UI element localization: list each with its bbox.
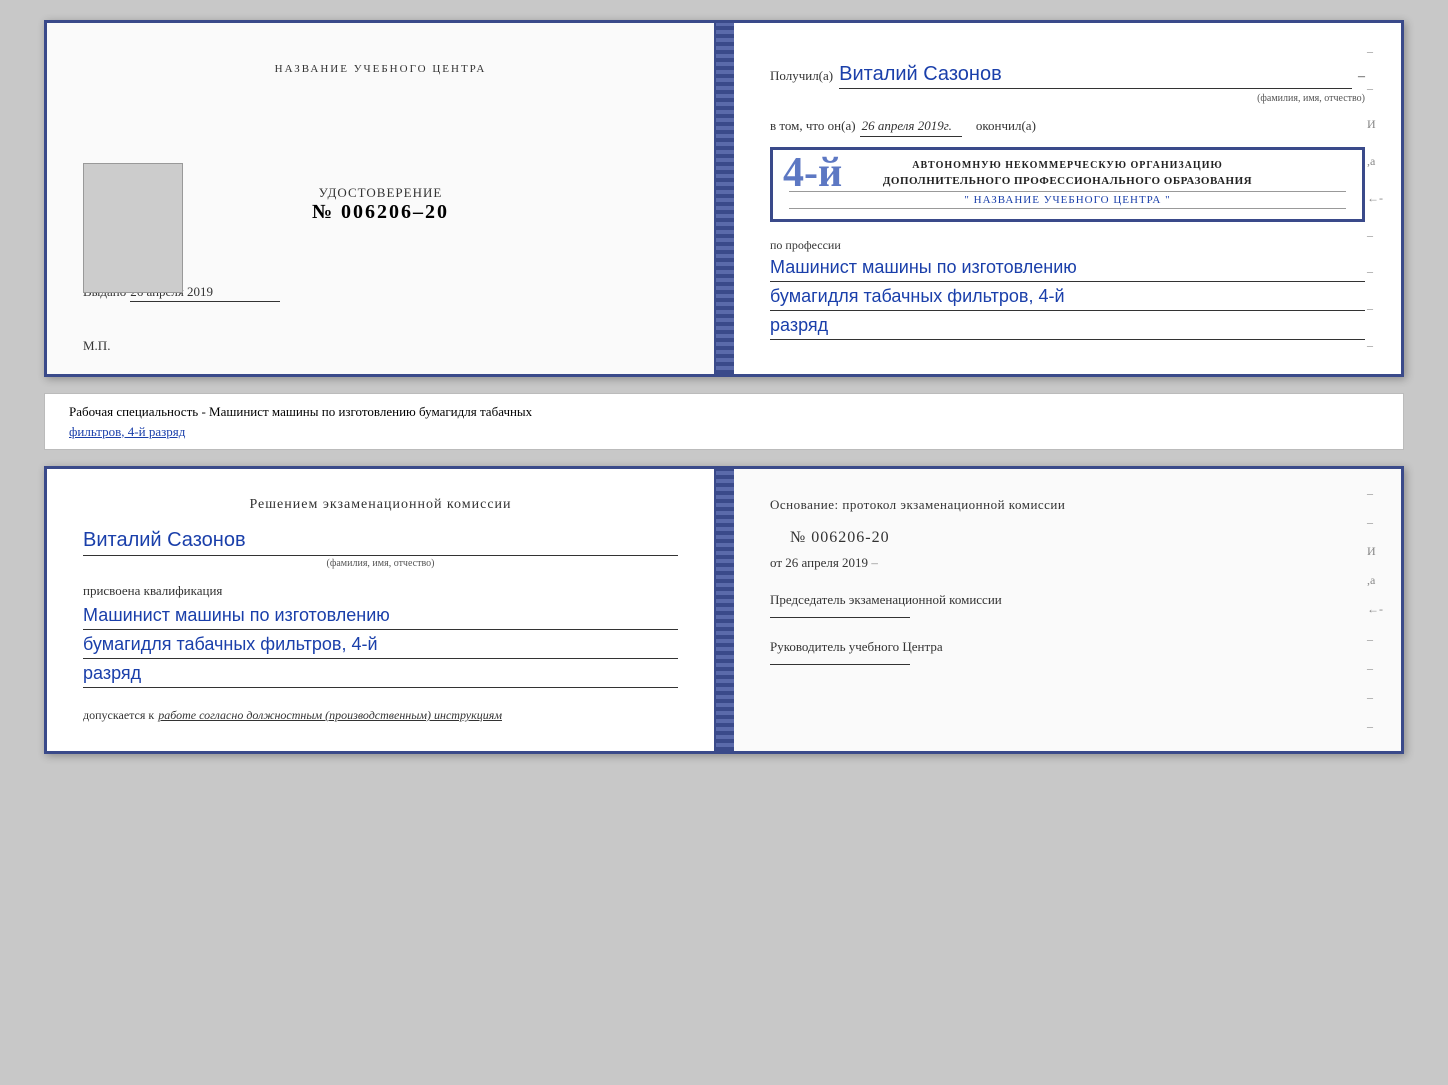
side-dash: ,а	[1367, 573, 1383, 588]
cert-title: НАЗВАНИЕ УЧЕБНОГО ЦЕНТРА	[83, 63, 678, 75]
spine-bottom	[716, 469, 734, 751]
side-dash: И	[1367, 544, 1383, 559]
chairman-signature-line	[770, 617, 910, 618]
spine-top	[716, 23, 734, 374]
side-dash: –	[1367, 228, 1383, 243]
side-dash: –	[1367, 632, 1383, 647]
qual-line2: бумагидля табачных фильтров, 4-й	[83, 634, 678, 659]
person-sub: (фамилия, имя, отчество)	[83, 558, 678, 569]
photo-placeholder	[83, 163, 183, 293]
protocol-date: от 26 апреля 2019 –	[770, 555, 1365, 571]
side-dash: –	[1367, 301, 1383, 316]
qualification-value: Машинист машины по изготовлению бумагидл…	[83, 605, 678, 688]
chairman-label: Председатель экзаменационной комиссии	[770, 591, 1365, 618]
qual-line1: Машинист машины по изготовлению	[83, 605, 678, 630]
date-prefix: в том, что он(а)	[770, 118, 856, 134]
side-marks-top: – – И ,а ←- – – – –	[1367, 23, 1383, 374]
date-line: в том, что он(а) 26 апреля 2019г. окончи…	[770, 118, 1365, 137]
basis-label: Основание: протокол экзаменационной коми…	[770, 497, 1365, 513]
side-dash: –	[1367, 661, 1383, 676]
decision-title: Решением экзаменационной комиссии	[83, 497, 678, 513]
qualification-label: присвоена квалификация	[83, 583, 678, 599]
protocol-dash: –	[871, 555, 878, 570]
stamp-line2: ДОПОЛНИТЕЛЬНОГО ПРОФЕССИОНАЛЬНОГО ОБРАЗО…	[789, 175, 1346, 187]
label-text: Рабочая специальность - Машинист машины …	[69, 404, 532, 419]
recipient-label: Получил(а)	[770, 68, 833, 84]
mp-label: М.П.	[83, 338, 110, 354]
side-marks-bottom: – – И ,а ←- – – – –	[1367, 469, 1383, 751]
person-name: Виталий Сазонов	[83, 529, 678, 556]
protocol-date-value: 26 апреля 2019	[785, 555, 868, 570]
protocol-num-value: № 006206-20	[790, 529, 890, 546]
director-label: Руководитель учебного Центра	[770, 638, 1365, 665]
top-cert-left: НАЗВАНИЕ УЧЕБНОГО ЦЕНТРА УДОСТОВЕРЕНИЕ №…	[47, 23, 716, 374]
date-value: 26 апреля 2019г.	[860, 118, 962, 137]
profession-label: по профессии	[770, 238, 1365, 253]
recipient-name: Виталий Сазонов	[839, 63, 1352, 89]
bottom-cert-right: Основание: протокол экзаменационной коми…	[734, 469, 1401, 751]
allows-value: работе согласно должностным (производств…	[158, 708, 502, 723]
stamp-block: 4-й АВТОНОМНУЮ НЕКОММЕРЧЕСКУЮ ОРГАНИЗАЦИ…	[770, 147, 1365, 222]
stamp-line1: АВТОНОМНУЮ НЕКОММЕРЧЕСКУЮ ОРГАНИЗАЦИЮ	[789, 160, 1346, 171]
recipient-line: Получил(а) Виталий Сазонов –	[770, 63, 1365, 89]
bottom-cert-left: Решением экзаменационной комиссии Витали…	[47, 469, 716, 751]
protocol-date-prefix: от	[770, 555, 782, 570]
side-dash: ←-	[1367, 602, 1383, 617]
profession-value: Машинист машины по изготовлению бумагидл…	[770, 257, 1365, 340]
director-signature-line	[770, 664, 910, 665]
top-cert-right: Получил(а) Виталий Сазонов – (фамилия, и…	[734, 23, 1401, 374]
allows-line: допускается к работе согласно должностны…	[83, 708, 678, 723]
protocol-number: № 006206-20	[770, 529, 1365, 547]
side-dash: ←-	[1367, 191, 1383, 206]
okonchil-label: окончил(a)	[976, 118, 1036, 134]
side-dash: –	[1367, 690, 1383, 705]
side-dash: –	[1367, 486, 1383, 501]
bottom-certificate: Решением экзаменационной комиссии Витали…	[44, 466, 1404, 754]
side-dash: –	[1367, 264, 1383, 279]
qual-line3: разряд	[83, 663, 678, 688]
top-certificate: НАЗВАНИЕ УЧЕБНОГО ЦЕНТРА УДОСТОВЕРЕНИЕ №…	[44, 20, 1404, 377]
side-dash: И	[1367, 117, 1383, 132]
label-underline: фильтров, 4-й разряд	[69, 424, 185, 439]
side-dash: ,а	[1367, 154, 1383, 169]
side-dash: –	[1367, 719, 1383, 734]
profession-line2: бумагидля табачных фильтров, 4-й	[770, 286, 1365, 311]
recipient-sub: (фамилия, имя, отчество)	[770, 93, 1365, 104]
allows-label-text: допускается к	[83, 708, 154, 723]
side-dash: –	[1367, 338, 1383, 353]
stamp-number: 4-й	[783, 152, 842, 194]
side-dash: –	[1367, 81, 1383, 96]
side-dash: –	[1367, 44, 1383, 59]
side-dash: –	[1367, 515, 1383, 530]
label-section: Рабочая специальность - Машинист машины …	[44, 393, 1404, 450]
profession-line3: разряд	[770, 315, 1365, 340]
profession-line1: Машинист машины по изготовлению	[770, 257, 1365, 282]
stamp-line3: " НАЗВАНИЕ УЧЕБНОГО ЦЕНТРА "	[789, 191, 1346, 209]
